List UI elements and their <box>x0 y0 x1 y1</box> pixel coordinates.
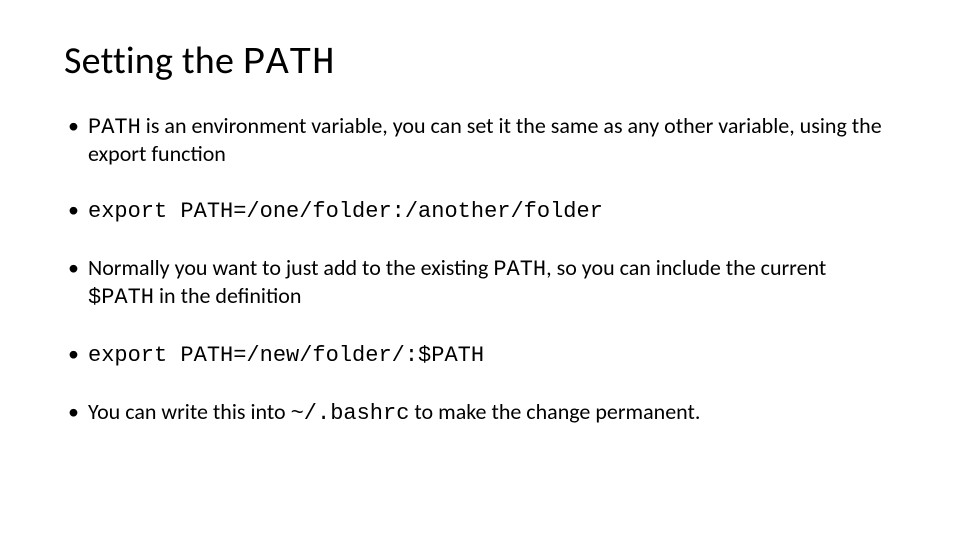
bullet-4: export PATH=/new/folder/:$PATH <box>64 341 896 369</box>
bullet-5-text-1: You can write this into <box>88 398 291 425</box>
bullet-4-mono: export PATH=/new/folder/:$PATH <box>88 343 484 368</box>
bullet-3-text-1: Normally you want to just add to the exi… <box>88 254 493 281</box>
bullet-3-text-2: , so you can include the current <box>546 254 826 281</box>
bullet-3-text-3: in the definition <box>154 282 301 309</box>
bullet-5-text-2: to make the change permanent. <box>409 398 700 425</box>
title-mono: PATH <box>243 42 335 85</box>
bullet-2: export PATH=/one/folder:/another/folder <box>64 197 896 225</box>
bullet-5-mono: ~/.bashrc <box>291 401 410 426</box>
bullet-2-mono: export PATH=/one/folder:/another/folder <box>88 199 603 224</box>
bullet-3: Normally you want to just add to the exi… <box>64 255 896 311</box>
bullet-1: PATH is an environment variable, you can… <box>64 113 896 167</box>
bullet-3-mono-2: $PATH <box>88 285 154 310</box>
bullet-1-mono: PATH <box>88 115 141 140</box>
bullet-3-mono-1: PATH <box>493 257 546 282</box>
title-text: Setting the <box>64 38 243 84</box>
bullet-list: PATH is an environment variable, you can… <box>64 113 896 427</box>
slide-title: Setting the PATH <box>64 38 896 85</box>
bullet-1-text: is an environment variable, you can set … <box>88 112 882 167</box>
bullet-5: You can write this into ~/.bashrc to mak… <box>64 399 896 427</box>
slide: Setting the PATH PATH is an environment … <box>0 0 960 540</box>
